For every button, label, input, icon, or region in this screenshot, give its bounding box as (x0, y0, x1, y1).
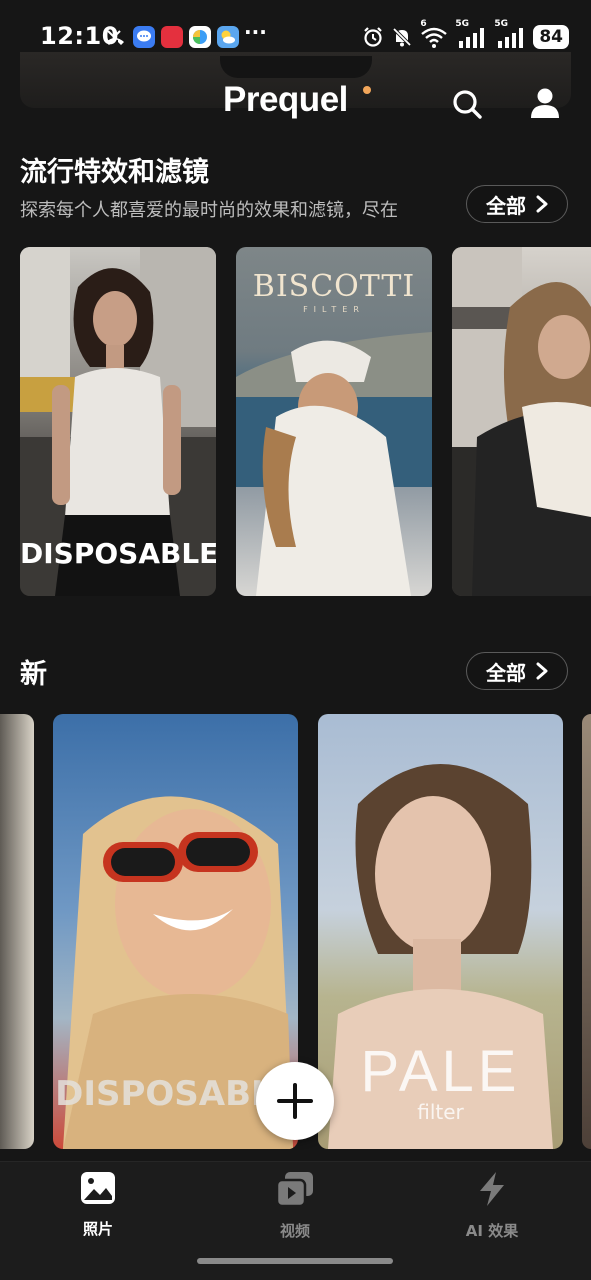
photo-icon (81, 1172, 115, 1204)
signal-icon-2: 5G (494, 19, 526, 49)
card-subtitle: filter (417, 1100, 464, 1124)
all-button-label: 全部 (486, 660, 526, 685)
nav-label-video: 视频 (279, 1222, 310, 1240)
trending-card-3[interactable] (452, 247, 591, 596)
plus-icon (277, 1083, 313, 1119)
card-subtitle: FILTER (303, 305, 365, 314)
battery-indicator: 84 (533, 25, 569, 49)
new-card-next[interactable] (582, 714, 591, 1149)
browser-app-icon (189, 26, 211, 48)
card-title: PALE (360, 1039, 521, 1104)
new-title: 新 (20, 659, 47, 690)
nav-label-photo: 照片 (82, 1220, 113, 1238)
card-title: BISCOTTI (252, 269, 416, 304)
wifi-badge: 6 (420, 19, 427, 29)
new-all-button[interactable]: 全部 (466, 652, 568, 690)
nav-tab-photo[interactable]: 照片 (38, 1170, 158, 1239)
video-icon (275, 1172, 313, 1208)
chevron-right-icon (536, 662, 548, 680)
app-logo: Prequel (223, 80, 348, 119)
chevron-right-icon (536, 195, 548, 213)
logo-accent-dot (363, 86, 371, 94)
profile-icon[interactable] (528, 86, 562, 120)
trending-card-disposable[interactable]: DISPOSABLE (20, 247, 216, 596)
signal-icon-1: 5G (455, 19, 487, 49)
create-button[interactable] (256, 1062, 334, 1140)
woman-blazer-image (452, 247, 591, 596)
missed-call-icon (106, 30, 124, 45)
camera-notch (220, 56, 372, 78)
trending-subtitle: 探索每个人都喜爱的最时尚的效果和滤镜，尽在 (20, 200, 398, 221)
trending-all-button[interactable]: 全部 (466, 185, 568, 223)
nav-tab-video[interactable]: 视频 (235, 1170, 355, 1241)
nav-tab-ai-effects[interactable]: AI 效果 (432, 1170, 552, 1241)
messages-app-icon (133, 26, 155, 48)
trending-title: 流行特效和滤镜 (20, 157, 209, 188)
weather-app-icon (217, 26, 239, 48)
trending-card-biscotti[interactable]: BISCOTTI FILTER (236, 247, 432, 596)
card-label: DISPOSABLE (20, 537, 216, 570)
network-label-1: 5G (455, 19, 469, 29)
new-card-pale[interactable]: PALE filter (318, 714, 563, 1149)
mute-bell-icon (393, 27, 412, 47)
alarm-icon (364, 27, 383, 47)
more-notifications-icon: ··· (244, 20, 267, 44)
xiaohongshu-app-icon (161, 26, 183, 48)
lightning-icon (480, 1172, 504, 1206)
all-button-label: 全部 (486, 193, 526, 218)
system-icons: 6 5G 5G 84 (362, 19, 569, 52)
new-card-prev[interactable] (0, 714, 34, 1149)
network-label-2: 5G (494, 19, 508, 29)
wifi-icon: 6 (420, 19, 448, 49)
search-icon[interactable] (451, 88, 483, 120)
home-indicator[interactable] (197, 1258, 393, 1264)
nav-label-ai-effects: AI 效果 (465, 1222, 519, 1240)
